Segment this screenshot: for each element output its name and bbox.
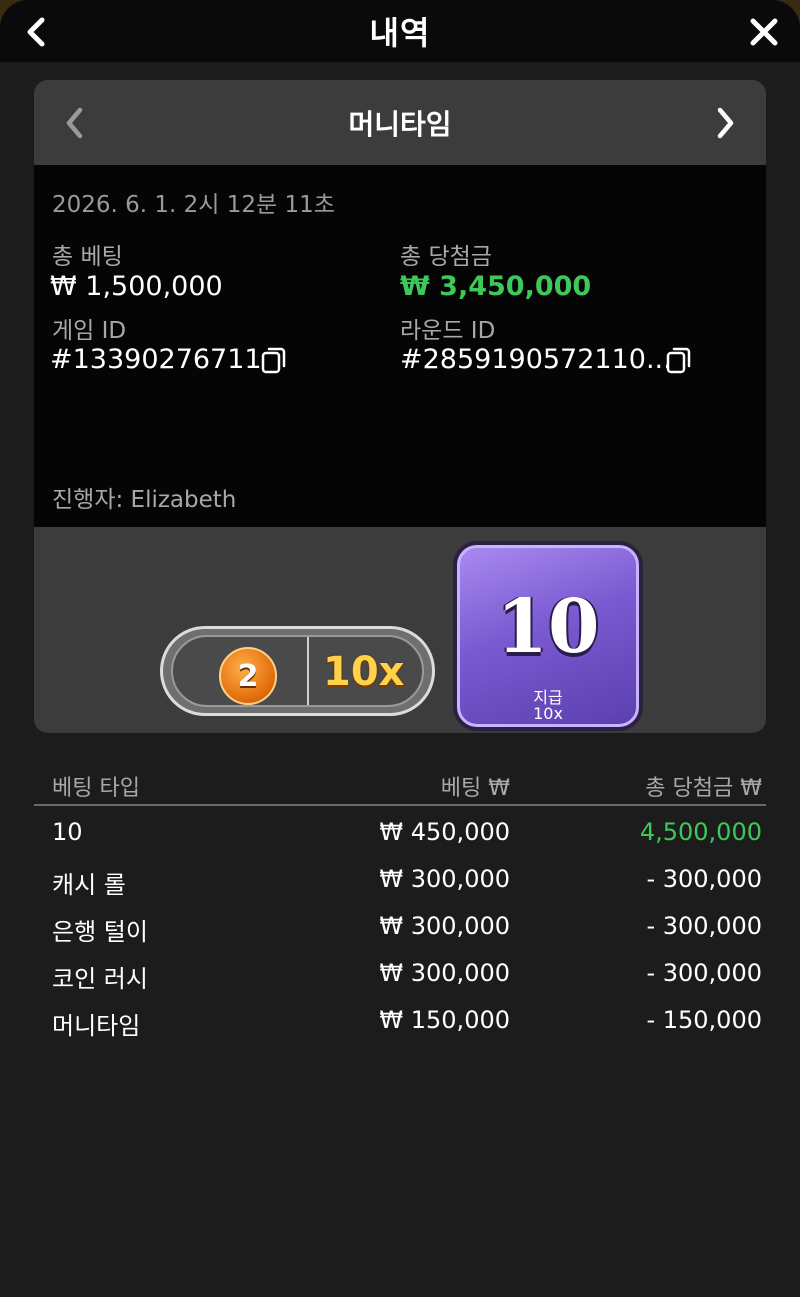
table-row: 캐시 롤 ₩ 300,000 - 300,000: [34, 853, 766, 900]
top-bar: 내역: [0, 0, 800, 62]
bet-amount: ₩ 300,000: [379, 912, 510, 940]
game-navigator: 머니타임: [34, 80, 766, 165]
win-amount: - 300,000: [646, 912, 762, 940]
result-tile-pay-multiplier: 10x: [533, 704, 563, 723]
result-tile: 10 지급 10x: [453, 541, 643, 731]
bet-amount: ₩ 450,000: [379, 818, 510, 846]
total-win-value: ₩ 3,450,000: [400, 271, 592, 302]
back-arrow-icon[interactable]: [18, 12, 54, 52]
round-detail-card: 머니타임 2026. 6. 1. 2시 12분 11초 총 베팅 ₩ 1,500…: [34, 80, 766, 733]
total-bet-label: 총 베팅: [52, 244, 123, 270]
round-id-label: 라운드 ID: [400, 318, 496, 344]
game-id-value: #13390276711: [50, 344, 262, 375]
win-amount: - 300,000: [646, 959, 762, 987]
bet-type: 10: [52, 818, 83, 846]
game-id-label: 게임 ID: [52, 318, 127, 344]
bonus-result-pill: 2 10x: [160, 626, 435, 716]
next-round-icon[interactable]: [710, 104, 740, 142]
header-total-win: 총 당첨금 ₩: [645, 776, 762, 801]
round-result: 2 10x 10 지급 10x 10x: [34, 527, 766, 733]
win-amount: - 150,000: [646, 1006, 762, 1034]
bet-type: 은행 털이: [52, 918, 148, 946]
win-amount: 4,500,000: [639, 818, 762, 846]
bet-amount: ₩ 300,000: [379, 865, 510, 893]
history-panel: 내역 머니타임 2026. 6. 1. 2시 12분 11초 총 베팅 ₩ 1,…: [0, 0, 800, 1297]
round-id-value: #2859190572110...: [400, 344, 672, 375]
table-row: 머니타임 ₩ 150,000 - 150,000: [34, 994, 766, 1041]
table-row: 코인 러시 ₩ 300,000 - 300,000: [34, 947, 766, 994]
pill-divider: [307, 637, 309, 705]
result-tile-number: 10: [496, 584, 600, 670]
header-bet-amount: 베팅 ₩: [440, 776, 510, 801]
pill-multiplier: 10x: [323, 649, 405, 695]
total-bet-value: ₩ 1,500,000: [50, 271, 223, 302]
win-amount: - 300,000: [646, 865, 762, 893]
round-datetime: 2026. 6. 1. 2시 12분 11초: [52, 192, 335, 218]
coin-badge: 2: [219, 647, 277, 705]
bet-amount: ₩ 300,000: [379, 959, 510, 987]
bet-amount: ₩ 150,000: [379, 1006, 510, 1034]
table-row: 10 ₩ 450,000 4,500,000: [34, 806, 766, 853]
copy-round-id-icon[interactable]: [665, 345, 693, 375]
game-name: 머니타임: [348, 107, 452, 141]
round-info: 2026. 6. 1. 2시 12분 11초 총 베팅 ₩ 1,500,000 …: [34, 165, 766, 527]
close-icon[interactable]: [744, 12, 784, 52]
header-bet-type: 베팅 타입: [52, 776, 140, 801]
table-header: 베팅 타입 베팅 ₩ 총 당첨금 ₩: [34, 766, 766, 806]
bet-type: 캐시 롤: [52, 871, 126, 899]
host-name: 진행자: Elizabeth: [52, 487, 237, 513]
total-win-label: 총 당첨금: [400, 244, 492, 270]
table-row: 은행 털이 ₩ 300,000 - 300,000: [34, 900, 766, 947]
bet-type: 머니타임: [52, 1012, 141, 1040]
copy-game-id-icon[interactable]: [260, 345, 288, 375]
page-title: 내역: [369, 14, 431, 52]
bet-table: 베팅 타입 베팅 ₩ 총 당첨금 ₩ 10 ₩ 450,000 4,500,00…: [34, 766, 766, 1041]
bet-type: 코인 러시: [52, 965, 148, 993]
previous-round-icon[interactable]: [60, 104, 90, 142]
